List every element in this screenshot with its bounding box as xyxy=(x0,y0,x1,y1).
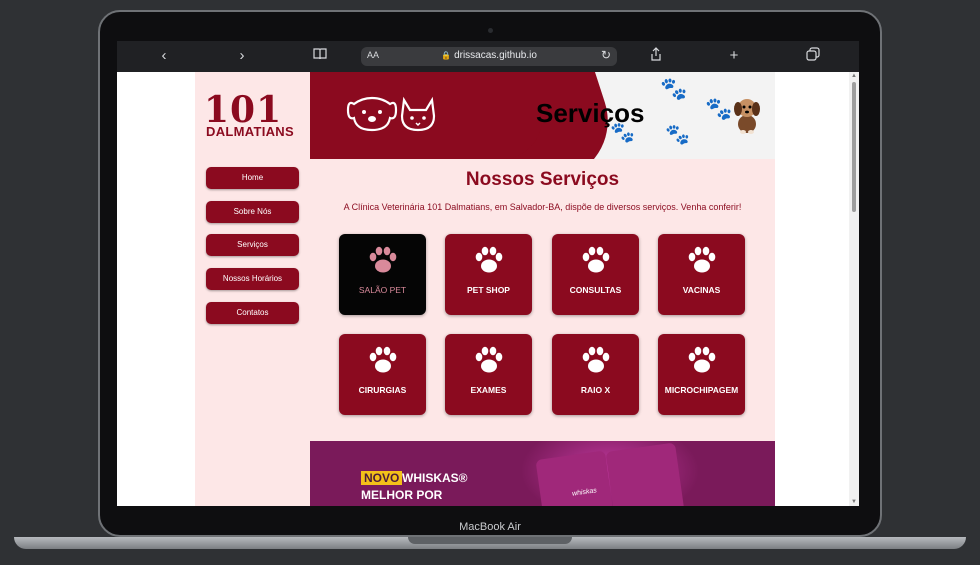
paw-pattern-icon: 🐾 xyxy=(665,124,690,146)
paw-icon xyxy=(339,246,426,279)
scrollbar[interactable]: ▲ ▼ xyxy=(849,72,859,506)
service-label: MICROCHIPAGEM xyxy=(664,385,739,395)
logo-word: DALMATIANS xyxy=(206,124,294,139)
page-viewport: 101 DALMATIANS 🐾 🐾 🐾 🐾 🐾 xyxy=(117,72,859,506)
nav-home[interactable]: Home xyxy=(206,167,299,189)
paw-pattern-icon: 🐾 xyxy=(660,76,688,101)
share-icon[interactable] xyxy=(646,47,666,66)
advertisement-banner[interactable]: whiskas NOVO WHISKAS® MELHOR POR xyxy=(310,441,775,506)
logo[interactable]: 101 DALMATIANS xyxy=(195,72,310,159)
service-label: RAIO X xyxy=(580,385,611,395)
browser-toolbar: ‹ › AA 🔒 drissacas.github.io ↻ + xyxy=(117,41,859,72)
paw-icon xyxy=(339,346,426,379)
product-pack-image xyxy=(605,442,685,506)
nav-sobre-nos[interactable]: Sobre Nós xyxy=(206,201,299,223)
service-card[interactable]: CONSULTAS xyxy=(552,234,639,315)
forward-icon[interactable]: › xyxy=(232,47,252,65)
service-label: VACINAS xyxy=(682,285,721,295)
scroll-down-icon[interactable]: ▼ xyxy=(851,499,857,505)
tabs-icon[interactable] xyxy=(803,47,823,66)
nav-servicos[interactable]: Serviços xyxy=(206,234,299,256)
service-card[interactable]: CIRURGIAS xyxy=(339,334,426,415)
dog-cat-icon xyxy=(346,96,436,132)
paw-icon xyxy=(658,346,745,379)
paw-icon xyxy=(552,246,639,279)
service-label: CONSULTAS xyxy=(569,285,622,295)
paw-icon xyxy=(445,346,532,379)
logo-number: 101 xyxy=(204,89,283,131)
section-title: Nossos Serviços xyxy=(465,169,620,190)
screen: ‹ › AA 🔒 drissacas.github.io ↻ + 101 DAL… xyxy=(117,41,859,506)
url-text: drissacas.github.io xyxy=(454,50,537,61)
service-label: EXAMES xyxy=(470,385,507,395)
ad-brand: WHISKAS® xyxy=(402,471,468,485)
ad-tag: NOVO xyxy=(361,471,403,485)
bookmarks-icon[interactable] xyxy=(310,47,330,65)
service-card[interactable]: SALÃO PET xyxy=(339,234,426,315)
service-card[interactable]: MICROCHIPAGEM xyxy=(658,334,745,415)
header-banner: 🐾 🐾 🐾 🐾 🐾 xyxy=(310,72,775,159)
camera-dot xyxy=(488,28,493,33)
nav-horarios[interactable]: Nossos Horários xyxy=(206,268,299,290)
paw-icon xyxy=(552,346,639,379)
product-pack-image xyxy=(535,450,615,506)
service-card[interactable]: EXAMES xyxy=(445,334,532,415)
page-title: Serviços xyxy=(536,98,645,128)
model-label: MacBook Air xyxy=(459,521,521,533)
reload-icon[interactable]: ↻ xyxy=(601,48,611,62)
paw-icon xyxy=(658,246,745,279)
puppy-icon xyxy=(734,99,760,134)
service-label: SALÃO PET xyxy=(358,285,407,295)
new-tab-icon[interactable]: + xyxy=(724,47,744,65)
service-card[interactable]: VACINAS xyxy=(658,234,745,315)
ad-headline: MELHOR POR xyxy=(361,488,443,502)
url-display[interactable]: 🔒 drissacas.github.io xyxy=(361,50,617,61)
main-content: Nossos Serviços A Clínica Veterinária 10… xyxy=(310,159,775,506)
scroll-thumb[interactable] xyxy=(852,82,856,212)
section-description: A Clínica Veterinária 101 Dalmatians, em… xyxy=(343,202,742,212)
lock-icon: 🔒 xyxy=(441,51,452,60)
banner-red-block xyxy=(310,72,542,159)
paw-icon xyxy=(445,246,532,279)
service-card[interactable]: PET SHOP xyxy=(445,234,532,315)
scroll-up-icon[interactable]: ▲ xyxy=(851,73,857,79)
back-icon[interactable]: ‹ xyxy=(154,47,174,65)
service-card[interactable]: RAIO X xyxy=(552,334,639,415)
nav-contatos[interactable]: Contatos xyxy=(206,302,299,324)
paw-pattern-icon: 🐾 xyxy=(705,96,733,121)
website: 101 DALMATIANS 🐾 🐾 🐾 🐾 🐾 xyxy=(195,72,775,506)
service-label: CIRURGIAS xyxy=(358,385,407,395)
stage: ‹ › AA 🔒 drissacas.github.io ↻ + 101 DAL… xyxy=(0,0,980,565)
laptop-notch xyxy=(408,537,572,544)
address-bar[interactable]: AA 🔒 drissacas.github.io ↻ xyxy=(361,47,617,66)
service-label: PET SHOP xyxy=(467,285,510,295)
